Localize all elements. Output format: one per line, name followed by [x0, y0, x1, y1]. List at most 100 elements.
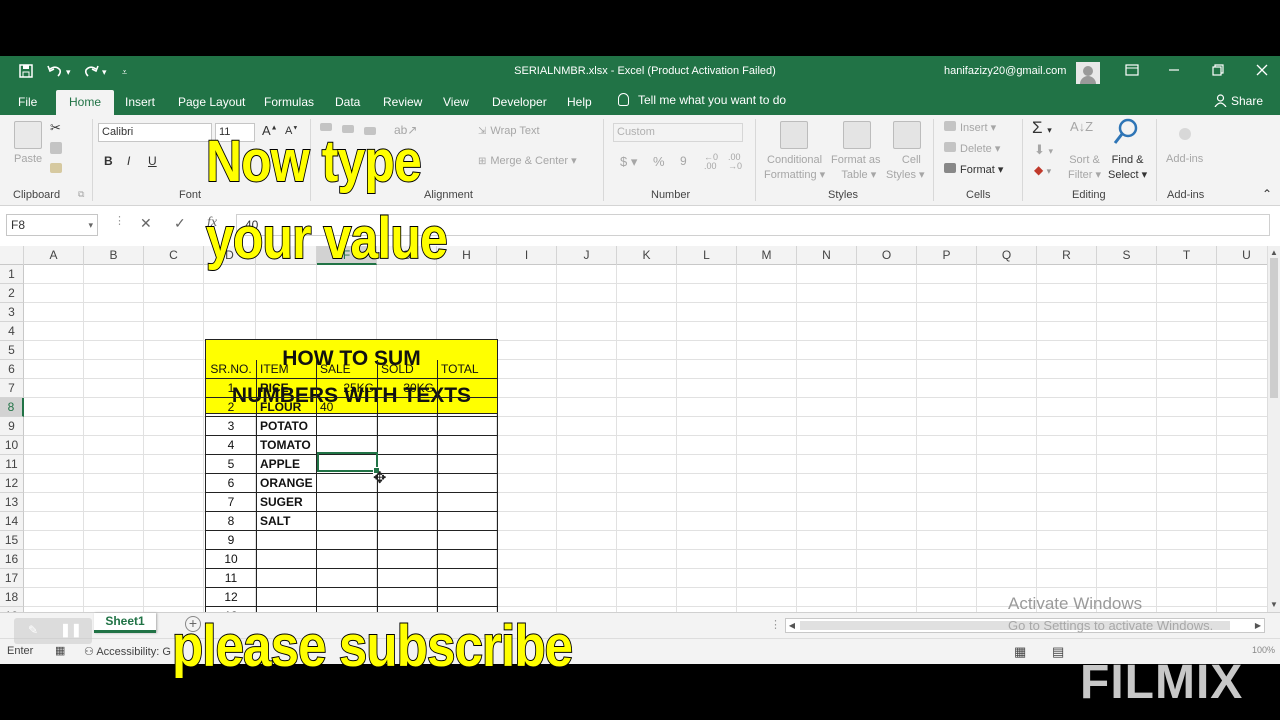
bold-button[interactable]: B	[104, 154, 113, 168]
table-cell-sold[interactable]	[378, 493, 438, 512]
font-name-box[interactable]: Calibri	[98, 123, 212, 142]
tab-file[interactable]: File	[18, 95, 37, 109]
redo-icon[interactable]	[82, 63, 100, 81]
table-cell-total[interactable]	[438, 531, 498, 550]
tab-insert[interactable]: Insert	[125, 95, 155, 109]
minimize-icon[interactable]	[1164, 62, 1184, 82]
row-header-11[interactable]: 11	[0, 455, 24, 474]
tab-review[interactable]: Review	[383, 95, 422, 109]
table-cell-sale[interactable]	[317, 493, 378, 512]
table-header-cell[interactable]: ITEM	[257, 360, 317, 379]
column-header-o[interactable]: O	[857, 246, 917, 265]
tab-split-icon[interactable]: ⋮	[770, 618, 781, 631]
row-header-4[interactable]: 4	[0, 322, 24, 341]
row-header-1[interactable]: 1	[0, 265, 24, 284]
row-header-16[interactable]: 16	[0, 550, 24, 569]
format-cells-button[interactable]: Format ▾	[944, 163, 1003, 176]
clipboard-launcher-icon[interactable]: ⧉	[78, 189, 84, 200]
tell-me-search[interactable]: Tell me what you want to do	[618, 93, 786, 107]
format-as-table-button[interactable]: Format as Table ▾	[831, 153, 881, 183]
paste-label[interactable]: Paste	[14, 153, 42, 165]
undo-icon[interactable]	[46, 63, 64, 81]
table-cell-item[interactable]	[257, 569, 317, 588]
column-header-n[interactable]: N	[797, 246, 857, 265]
column-header-a[interactable]: A	[24, 246, 84, 265]
row-header-3[interactable]: 3	[0, 303, 24, 322]
column-header-r[interactable]: R	[1037, 246, 1097, 265]
zoom-level[interactable]: 100%	[1252, 645, 1275, 655]
table-cell-sale[interactable]	[317, 569, 378, 588]
table-cell-total[interactable]	[438, 474, 498, 493]
table-cell-sr[interactable]: 6	[205, 474, 257, 493]
table-cell-item[interactable]	[257, 550, 317, 569]
format-painter-icon[interactable]	[50, 163, 62, 173]
table-cell-total[interactable]	[438, 493, 498, 512]
table-cell-sr[interactable]: 3	[205, 417, 257, 436]
tab-developer[interactable]: Developer	[492, 95, 547, 109]
restore-icon[interactable]	[1208, 62, 1228, 82]
column-header-c[interactable]: C	[144, 246, 204, 265]
insert-cells-button[interactable]: Insert ▾	[944, 121, 996, 134]
scroll-left-icon[interactable]: ◀	[786, 619, 798, 632]
row-header-5[interactable]: 5	[0, 341, 24, 360]
currency-icon[interactable]: $ ▾	[620, 154, 637, 170]
table-cell-item[interactable]	[257, 588, 317, 607]
table-cell-item[interactable]: SALT	[257, 512, 317, 531]
paste-icon[interactable]	[14, 121, 42, 149]
table-cell-sr[interactable]: 1	[205, 379, 257, 398]
table-cell-total[interactable]	[438, 455, 498, 474]
table-cell-total[interactable]	[438, 512, 498, 531]
cell-styles-button[interactable]: Cell Styles ▾	[886, 153, 925, 183]
table-cell-sale[interactable]	[317, 588, 378, 607]
italic-button[interactable]: I	[127, 154, 130, 168]
tab-page-layout[interactable]: Page Layout	[178, 95, 245, 109]
name-box[interactable]: F8 ▾	[6, 214, 98, 236]
row-header-6[interactable]: 6	[0, 360, 24, 379]
table-cell-item[interactable]: FLOUR	[257, 398, 317, 417]
format-as-table-icon[interactable]	[843, 121, 871, 149]
table-header-cell[interactable]: TOTAL	[438, 360, 498, 379]
undo-dropdown-icon[interactable]: ▾	[66, 63, 71, 81]
video-pause-control[interactable]: ✎ ❚❚	[14, 618, 92, 644]
table-cell-sr[interactable]: 8	[205, 512, 257, 531]
column-header-m[interactable]: M	[737, 246, 797, 265]
table-cell-sold[interactable]	[378, 569, 438, 588]
fill-icon[interactable]: ⬇ ▾	[1034, 142, 1053, 158]
row-header-10[interactable]: 10	[0, 436, 24, 455]
table-cell-sold[interactable]: 30KG	[378, 379, 438, 398]
table-cell-sale[interactable]	[317, 417, 378, 436]
ribbon-display-icon[interactable]	[1122, 62, 1142, 82]
column-header-t[interactable]: T	[1157, 246, 1217, 265]
table-header-cell[interactable]: SOLD	[378, 360, 438, 379]
table-cell-sold[interactable]	[378, 588, 438, 607]
table-cell-sale[interactable]	[317, 474, 378, 493]
table-cell-total[interactable]	[438, 588, 498, 607]
comma-icon[interactable]: 9	[680, 154, 687, 168]
row-header-15[interactable]: 15	[0, 531, 24, 550]
merge-center-button[interactable]: ⊞ Merge & Center ▾	[478, 154, 577, 167]
page-layout-view-icon[interactable]: ▤	[1052, 644, 1064, 660]
vertical-scrollbar[interactable]: ▲ ▼	[1267, 246, 1280, 612]
table-cell-sr[interactable]: 5	[205, 455, 257, 474]
collapse-ribbon-icon[interactable]: ⌃	[1262, 187, 1272, 201]
tab-view[interactable]: View	[443, 95, 469, 109]
increase-decimal-icon[interactable]: ←0.00	[704, 153, 718, 171]
customize-icon[interactable]: ⩡	[122, 63, 127, 81]
table-cell-total[interactable]	[438, 398, 498, 417]
table-cell-sold[interactable]	[378, 550, 438, 569]
table-header-cell[interactable]: SR.NO.	[205, 360, 257, 379]
tab-data[interactable]: Data	[335, 95, 360, 109]
table-cell-sr[interactable]: 2	[205, 398, 257, 417]
sort-filter-icon[interactable]: A↓Z	[1070, 119, 1093, 134]
row-header-2[interactable]: 2	[0, 284, 24, 303]
table-cell-sr[interactable]: 11	[205, 569, 257, 588]
conditional-formatting-icon[interactable]	[780, 121, 808, 149]
column-header-q[interactable]: Q	[977, 246, 1037, 265]
percent-icon[interactable]: %	[653, 154, 665, 169]
chevron-down-icon[interactable]: ▾	[88, 215, 93, 235]
table-cell-sold[interactable]	[378, 531, 438, 550]
table-cell-total[interactable]	[438, 436, 498, 455]
select-all-corner[interactable]	[0, 246, 24, 265]
copy-icon[interactable]	[50, 142, 62, 154]
column-header-p[interactable]: P	[917, 246, 977, 265]
